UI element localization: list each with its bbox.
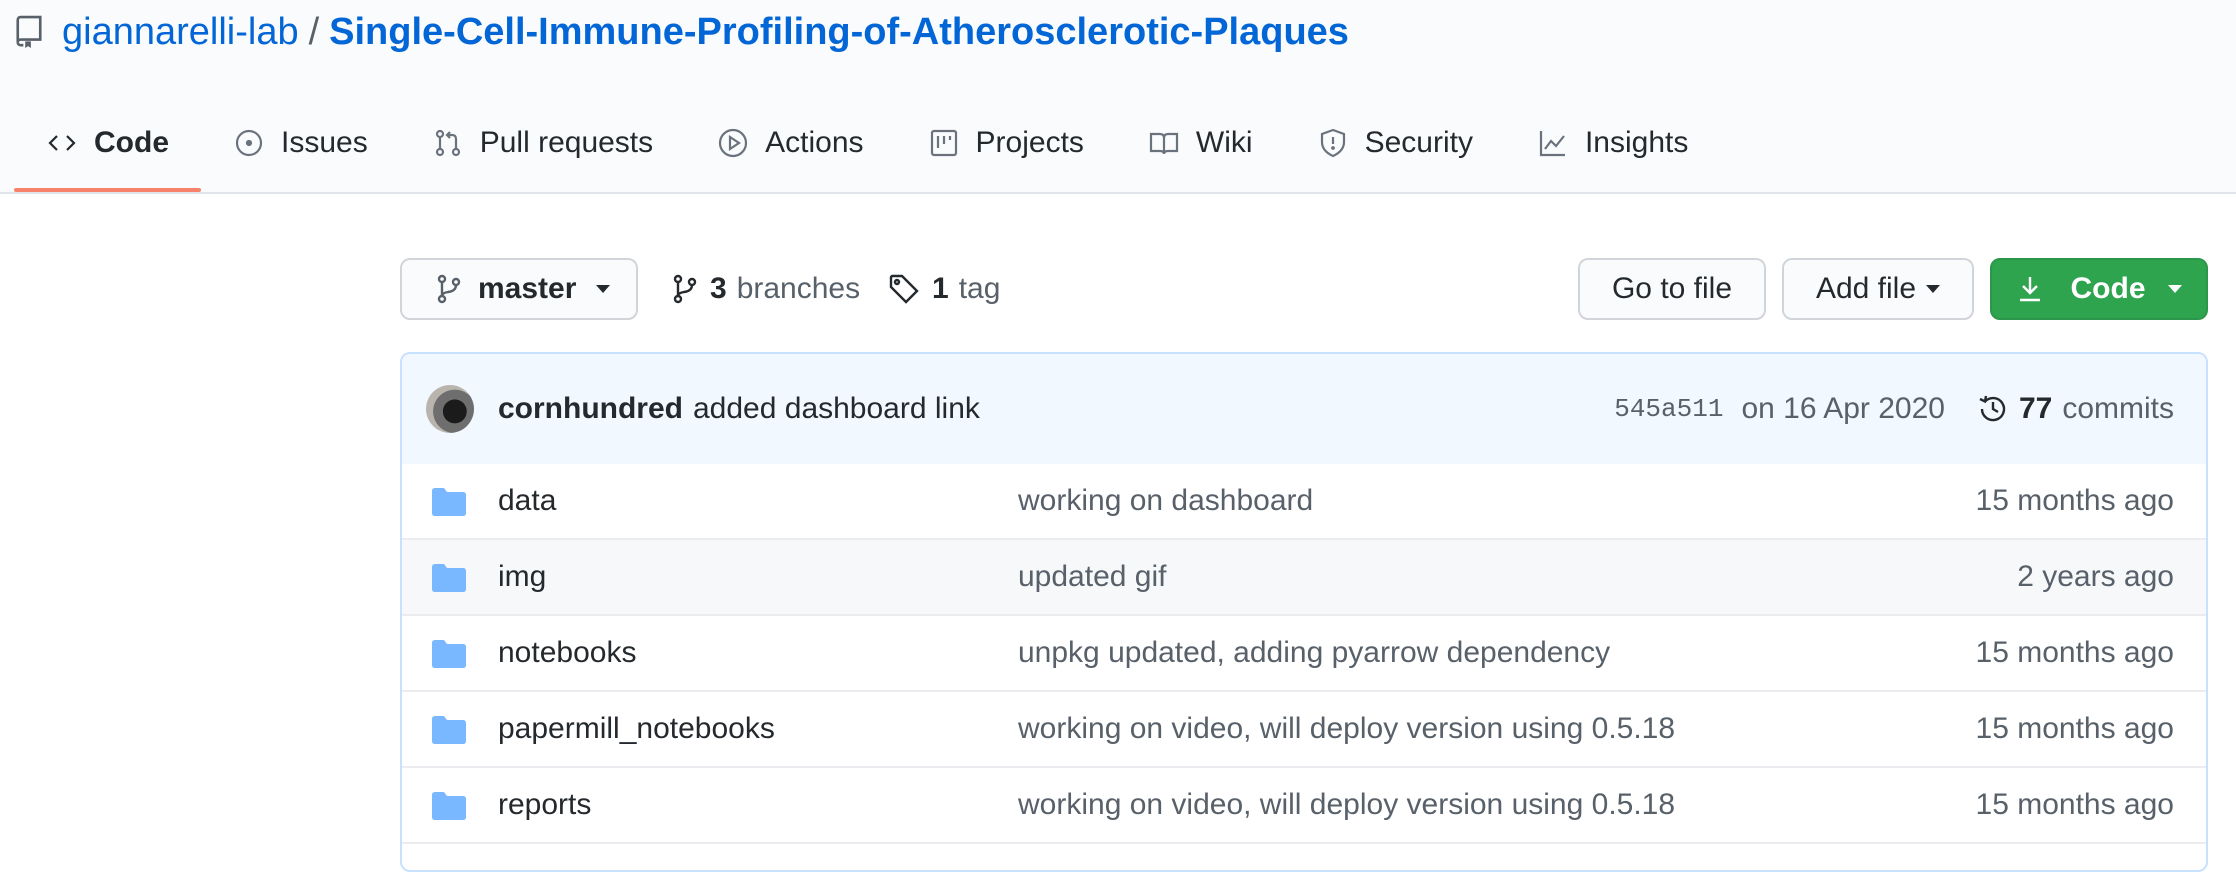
folder-icon [432, 640, 466, 668]
tab-code-label: Code [94, 126, 169, 159]
file-commit-message[interactable]: working on dashboard [1018, 464, 1313, 538]
go-to-file-button[interactable]: Go to file [1578, 258, 1766, 320]
commit-author-link[interactable]: cornhundred [498, 392, 683, 426]
tab-code[interactable]: Code [14, 110, 201, 192]
tab-insights[interactable]: Insights [1505, 110, 1720, 176]
tab-security[interactable]: Security [1285, 110, 1505, 176]
commits-count: 77 [2018, 392, 2053, 425]
branch-icon [673, 274, 697, 304]
repo-name-link[interactable]: Single-Cell-Immune-Profiling-of-Atherosc… [329, 11, 1349, 54]
file-row[interactable]: notebooks unpkg updated, adding pyarrow … [402, 616, 2206, 692]
pull-request-icon [435, 129, 460, 157]
issue-icon [235, 129, 263, 157]
book-icon [1149, 132, 1179, 155]
history-icon [1979, 395, 2006, 422]
tags-link[interactable]: 1 tag [888, 258, 1000, 320]
download-icon [2019, 277, 2040, 302]
repo-nav-tabs: Code Issues Pull requests Actions Projec… [14, 110, 1720, 192]
tab-wiki-label: Wiki [1195, 126, 1253, 159]
repo-icon [16, 15, 42, 48]
file-row[interactable]: papermill_notebooks working on video, wi… [402, 692, 2206, 768]
tab-wiki[interactable]: Wiki [1116, 110, 1285, 176]
chevron-down-icon [596, 285, 611, 293]
file-commit-message[interactable]: working on video, will deploy version us… [1018, 768, 1675, 842]
repo-path-separator: / [308, 10, 320, 53]
file-name-link[interactable]: notebooks [498, 616, 636, 690]
tab-actions-label: Actions [765, 126, 864, 159]
branches-count: 3 [710, 272, 727, 305]
chevron-down-icon [2167, 285, 2182, 293]
repo-owner-link[interactable]: giannarelli-lab [62, 11, 299, 54]
branch-name: master [478, 272, 577, 305]
file-row[interactable]: img updated gif 2 years ago [402, 540, 2206, 616]
commit-summary: cornhundred added dashboard link [498, 354, 980, 464]
graph-icon [1539, 131, 1565, 157]
file-age: 15 months ago [1975, 636, 2174, 669]
tab-issues-label: Issues [281, 126, 368, 159]
file-name-link[interactable]: reports [498, 768, 591, 842]
file-commit-message[interactable]: unpkg updated, adding pyarrow dependency [1018, 616, 1610, 690]
commits-label: commits [2062, 392, 2174, 425]
folder-icon [432, 564, 466, 592]
branches-link[interactable]: 3 branches [672, 258, 860, 320]
tag-icon [889, 274, 919, 304]
tab-actions[interactable]: Actions [685, 110, 895, 176]
code-icon [48, 135, 76, 151]
folder-icon [432, 488, 466, 516]
file-name-link[interactable]: img [498, 540, 546, 614]
tab-security-label: Security [1364, 126, 1473, 159]
tab-pull-requests[interactable]: Pull requests [400, 110, 685, 176]
play-icon [719, 128, 748, 158]
folder-icon [432, 792, 466, 820]
commit-date: on 16 Apr 2020 [1741, 392, 1945, 425]
chevron-down-icon [1926, 285, 1941, 293]
add-file-label: Add file [1815, 272, 1917, 305]
file-row[interactable]: reports working on video, will deploy ve… [402, 768, 2206, 844]
file-age: 15 months ago [1975, 712, 2174, 745]
go-to-file-label: Go to file [1611, 272, 1733, 305]
tags-label: tag [958, 272, 1001, 305]
tab-projects-label: Projects [975, 126, 1084, 159]
file-age: 15 months ago [1975, 788, 2174, 821]
repo-header: giannarelli-lab / Single-Cell-Immune-Pro… [0, 0, 2236, 194]
file-commit-message[interactable]: updated gif [1018, 540, 1166, 614]
add-file-button[interactable]: Add file [1782, 258, 1974, 320]
file-list: data working on dashboard 15 months ago … [402, 464, 2206, 844]
commit-meta: 545a511 on 16 Apr 2020 77 commits [1614, 354, 2174, 464]
avatar[interactable] [426, 385, 474, 433]
tab-pull-requests-label: Pull requests [479, 126, 654, 159]
tab-projects[interactable]: Projects [896, 110, 1116, 176]
project-icon [930, 129, 957, 157]
file-browser: cornhundred added dashboard link 545a511… [400, 352, 2208, 872]
code-download-button[interactable]: Code [1990, 258, 2208, 320]
folder-icon [432, 716, 466, 744]
file-age: 15 months ago [1975, 484, 2174, 517]
tab-insights-label: Insights [1584, 126, 1689, 159]
file-name-link[interactable]: data [498, 464, 556, 538]
latest-commit-bar: cornhundred added dashboard link 545a511… [402, 354, 2206, 466]
branch-select-button[interactable]: master [400, 258, 638, 320]
code-button-label: Code [2070, 272, 2146, 305]
tab-issues[interactable]: Issues [201, 110, 400, 176]
commits-history-link[interactable]: 77 commits [1977, 392, 2174, 426]
file-row[interactable]: data working on dashboard 15 months ago [402, 464, 2206, 540]
branch-icon [437, 274, 461, 304]
shield-icon [1320, 128, 1345, 158]
branches-label: branches [736, 272, 861, 305]
file-commit-message[interactable]: working on video, will deploy version us… [1018, 692, 1675, 766]
tags-count: 1 [932, 272, 949, 305]
file-age: 2 years ago [2017, 560, 2174, 593]
file-name-link[interactable]: papermill_notebooks [498, 692, 775, 766]
commit-sha-link[interactable]: 545a511 [1614, 394, 1723, 424]
repo-title: giannarelli-lab / Single-Cell-Immune-Pro… [14, 6, 1349, 58]
commit-message[interactable]: added dashboard link [693, 392, 980, 426]
